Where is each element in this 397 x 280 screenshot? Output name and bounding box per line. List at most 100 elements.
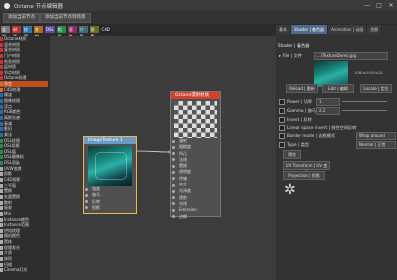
sidebar-item[interactable]: Cinema灯光: [0, 267, 48, 273]
filter-tag-5[interactable]: 相机: [56, 26, 66, 39]
sidebar-item-label: 门户材质: [4, 52, 20, 58]
sidebar-item-label: 渐变: [4, 81, 12, 87]
sidebar-item-label: 高斯光谱: [4, 114, 20, 120]
linear-space-invert-checkbox[interactable]: [279, 125, 285, 131]
input-pin[interactable]: [172, 158, 175, 162]
sidebar-item-label: 毛发材质: [4, 58, 20, 64]
filter-tag-3[interactable]: 发射: [33, 26, 43, 39]
add-node-button[interactable]: 添加当前节点: [3, 13, 40, 23]
node-pin-row[interactable]: 边缘: [171, 214, 220, 220]
octane-logo-icon: [4, 2, 10, 9]
minimize-button[interactable]: —: [361, 0, 373, 11]
sidebar-item-label: 置换: [4, 188, 12, 194]
input-pin[interactable]: [172, 139, 175, 143]
input-pin[interactable]: [172, 196, 175, 200]
category-swatch: [0, 87, 3, 92]
add-node-to-scene-button[interactable]: 添加当前节点到场景: [40, 13, 91, 23]
input-pin[interactable]: [172, 189, 175, 193]
edit-button[interactable]: Edit | 编辑: [322, 84, 354, 93]
sidebar-item-label: OSL渲染: [4, 160, 20, 166]
category-swatch: [0, 228, 3, 233]
input-pin[interactable]: [85, 206, 88, 210]
category-swatch: [0, 37, 3, 41]
uv-transform-button[interactable]: UV Transform | UV 变换: [283, 161, 330, 175]
diffuse-material-node[interactable]: Octane漫射材质 漫射 粗糙度 凹凸 法线 置换 透明度 传输 中介 光泽度 透射 光线 Emis…: [170, 91, 221, 220]
pin-label: 粗糙度: [179, 144, 191, 150]
reload-button[interactable]: Reload | 重新: [286, 84, 318, 93]
filter-tag-6[interactable]: 渲染: [67, 26, 77, 39]
file-path-field[interactable]: ...\TextureDemo.jpg: [314, 52, 388, 60]
border-mode-radio[interactable]: [279, 133, 285, 139]
sidebar-item-label: OSL纹理: [4, 137, 20, 143]
gamma-radio[interactable]: [279, 108, 285, 114]
gamma-slider[interactable]: [342, 110, 387, 111]
power-radio[interactable]: [279, 99, 285, 105]
panel-tab[interactable]: 投影: [367, 25, 383, 34]
category-swatch: [0, 115, 3, 120]
category-swatch: [0, 76, 3, 81]
locate-button[interactable]: Locate | 定位: [360, 84, 392, 93]
category-swatch: [0, 211, 3, 216]
filter-tag-7[interactable]: 介质: [78, 26, 88, 39]
category-swatch: [0, 223, 3, 228]
input-pin[interactable]: [85, 187, 88, 191]
pin-label: 漫射: [179, 138, 187, 143]
panel-tabs: 基本 Shader | 着色器 Animation | 动画 投影: [276, 25, 397, 34]
category-swatch: [0, 178, 3, 183]
input-pin[interactable]: [85, 193, 88, 197]
invert-checkbox[interactable]: [279, 117, 285, 123]
title-bar: Octane 节点编辑器 — □ ✕: [0, 0, 397, 11]
filter-tag-8[interactable]: 投影: [89, 26, 99, 39]
input-pin[interactable]: [85, 200, 88, 204]
input-pin[interactable]: [172, 183, 175, 187]
material-preview-sphere: [174, 101, 217, 138]
pin-label: 反转: [92, 198, 100, 204]
sidebar-item-label: 复合材质: [4, 47, 20, 53]
node-title: ImageTexture 1: [84, 137, 136, 144]
gamma-input[interactable]: 2.2: [316, 107, 340, 115]
file-arrow-icon: ▸: [279, 53, 282, 58]
sidebar-item-label: OSL投影: [4, 143, 20, 149]
input-pin[interactable]: [172, 177, 175, 181]
category-swatch: [0, 104, 3, 109]
panel-tab[interactable]: 基本: [276, 25, 291, 34]
filter-tags: 全部材质纹理发射OSL相机渲染介质投影C4D: [0, 25, 111, 39]
image-texture-node[interactable]: ImageTexture 1 强度 伽马 反转 投影: [83, 136, 137, 214]
preview-button[interactable]: 预览: [283, 150, 301, 159]
filter-tag-2[interactable]: 纹理: [22, 26, 32, 39]
filter-tag-4[interactable]: OSL: [44, 26, 55, 33]
filter-tag-1[interactable]: 材质: [11, 26, 21, 39]
panel-tab[interactable]: Shader | 着色器: [291, 25, 329, 34]
sidebar-item-label: RGB颜色: [4, 109, 21, 115]
input-pin[interactable]: [172, 170, 175, 174]
category-swatch: [0, 132, 3, 137]
projection-button[interactable]: Projection | 投影: [283, 171, 325, 180]
category-swatch: [0, 155, 3, 160]
filter-tag-0[interactable]: 全部: [1, 26, 10, 39]
input-pin[interactable]: [172, 152, 175, 156]
sidebar-item-label: 层材质: [4, 64, 16, 70]
power-label: Power | 功率: [287, 99, 313, 104]
node-pin-row[interactable]: 投影: [84, 205, 136, 211]
power-slider[interactable]: [342, 101, 387, 102]
sidebar-item-label: 衰减: [4, 120, 12, 126]
input-pin[interactable]: [172, 202, 175, 206]
category-swatch: [0, 161, 3, 166]
border-mode-dropdown[interactable]: Wrap around: [356, 132, 396, 140]
input-pin[interactable]: [172, 215, 175, 219]
input-pin[interactable]: [172, 208, 175, 212]
category-swatch: [0, 82, 3, 87]
input-pin[interactable]: [172, 164, 175, 168]
category-swatch: [0, 166, 3, 171]
node-canvas[interactable]: ImageTexture 1 强度 伽马 反转 投影 Octane漫射材质 漫射 粗糙度…: [50, 36, 276, 280]
panel-tab[interactable]: Animation | 动画: [328, 25, 368, 34]
type-radio[interactable]: [279, 142, 285, 148]
category-swatch: [0, 138, 3, 143]
filter-tag-9[interactable]: C4D: [100, 26, 111, 33]
power-input[interactable]: 1.: [316, 98, 340, 106]
close-button[interactable]: ✕: [385, 0, 397, 11]
pin-label: 光线: [179, 200, 187, 206]
maximize-button[interactable]: □: [373, 0, 385, 11]
type-dropdown[interactable]: Normal | 正常: [356, 141, 396, 149]
input-pin[interactable]: [172, 145, 175, 149]
